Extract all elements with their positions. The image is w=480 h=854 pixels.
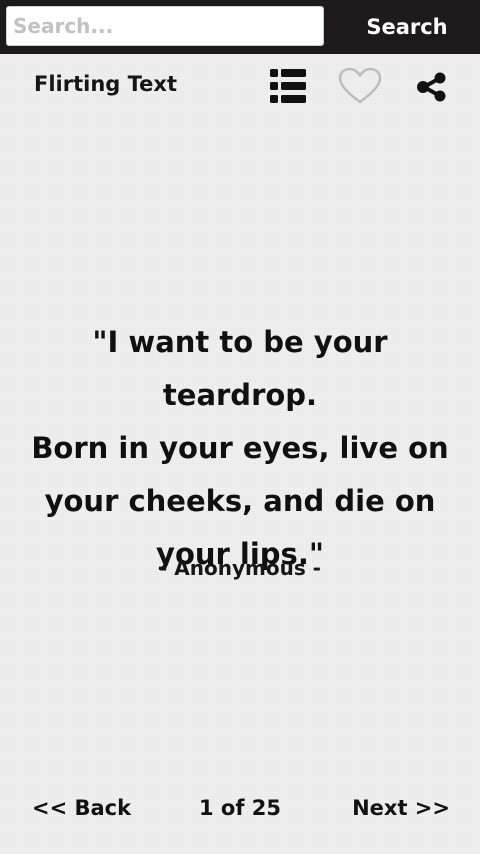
app-screen: Search Flirting Text "I want to be your … <box>0 0 480 854</box>
share-icon <box>417 72 446 102</box>
search-input[interactable] <box>6 6 324 46</box>
search-button[interactable]: Search <box>334 0 480 54</box>
page-title: Flirting Text <box>34 72 177 96</box>
share-button[interactable] <box>410 66 454 108</box>
heart-outline-icon <box>338 67 382 104</box>
search-bar: Search <box>0 0 480 54</box>
quote-text: "I want to be your teardrop. Born in you… <box>31 325 449 571</box>
back-button[interactable]: << Back <box>32 796 131 820</box>
quote-author: - Anonymous - <box>159 556 321 580</box>
next-button[interactable]: Next >> <box>352 796 450 820</box>
list-button[interactable] <box>266 64 310 108</box>
favorite-button[interactable] <box>336 64 384 108</box>
list-icon <box>270 69 306 103</box>
